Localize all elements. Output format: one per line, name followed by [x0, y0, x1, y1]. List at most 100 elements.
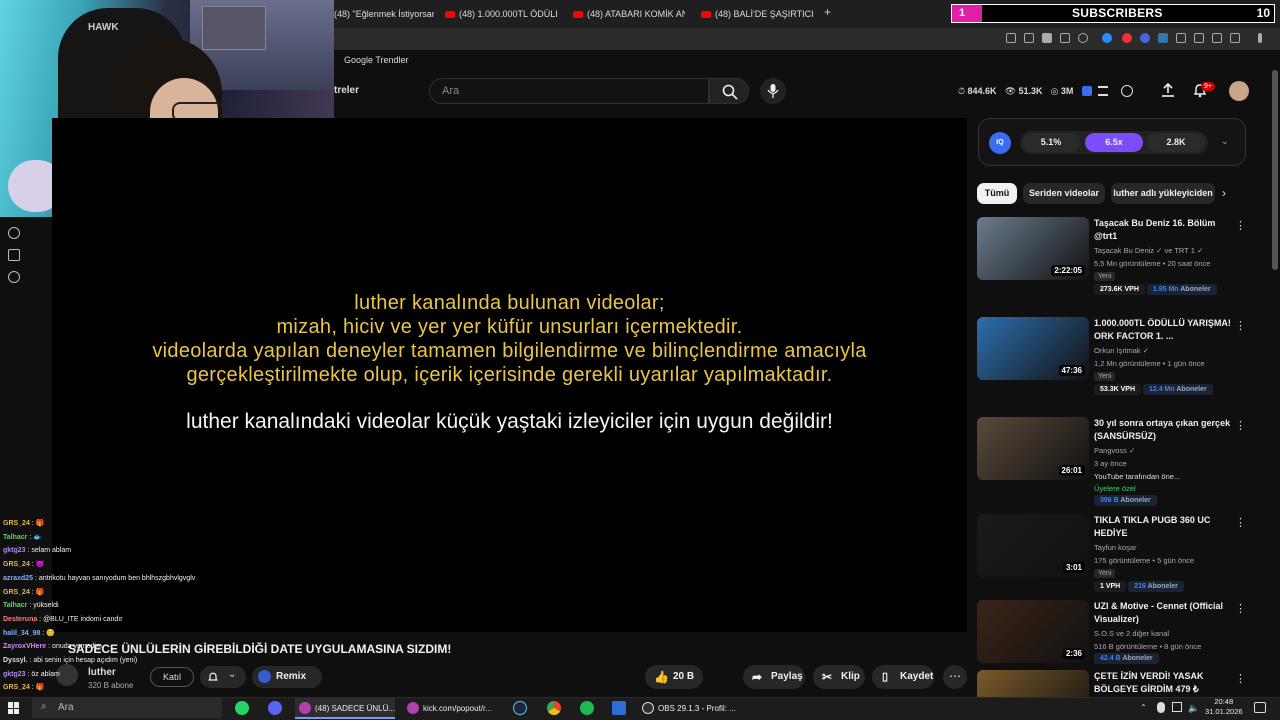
- browser-tab[interactable]: (48) ATABARI KOMİK ANI: [573, 6, 685, 22]
- taskbar-app-kick[interactable]: kick.com/popout/r...: [403, 698, 503, 719]
- chat-username[interactable]: gktg23: [3, 547, 26, 554]
- filters-label[interactable]: treler: [334, 85, 359, 96]
- chip-all[interactable]: Tümü: [977, 183, 1017, 204]
- volume-icon[interactable]: 🔈: [1188, 703, 1199, 714]
- chat-username[interactable]: halil_34_98: [3, 630, 40, 637]
- recommended-video[interactable]: 2:22:05 Taşacak Bu Deniz 16. Bölüm @trt1 T…: [977, 217, 1247, 307]
- video-channel[interactable]: Pangvoss ✓: [1094, 446, 1135, 455]
- chevron-right-icon[interactable]: ›: [1222, 186, 1226, 200]
- chat-username[interactable]: Talhacr: [3, 534, 27, 541]
- extension-icon[interactable]: [1024, 33, 1034, 43]
- save-button[interactable]: ▯ Kaydet: [872, 665, 934, 689]
- video-thumbnail[interactable]: 2:36: [977, 600, 1089, 663]
- video-thumbnail[interactable]: 3:01: [977, 514, 1089, 577]
- video-title[interactable]: UZI & Motive - Cennet (Official Visualiz…: [1094, 600, 1232, 626]
- video-channel[interactable]: S.O.S ve 2 diğer kanal: [1094, 629, 1169, 638]
- video-channel[interactable]: Orkun Işıtmak ✓: [1094, 346, 1149, 355]
- chat-username[interactable]: GRS_24: [3, 589, 30, 596]
- more-options-icon[interactable]: ⋮: [1235, 319, 1246, 332]
- video-thumbnail[interactable]: 26:01: [977, 417, 1089, 480]
- more-options-icon[interactable]: ⋮: [1235, 516, 1246, 529]
- new-tab-button[interactable]: +: [824, 5, 831, 19]
- spotify-icon[interactable]: [580, 701, 594, 715]
- bookmark-google-trends[interactable]: Google Trendler: [344, 55, 409, 65]
- video-thumbnail[interactable]: [977, 670, 1089, 697]
- recommended-video[interactable]: 26:01 30 yıl sonra ortaya çıkan gerçek (S…: [977, 417, 1247, 507]
- taskbar-app-obs[interactable]: OBS 29.1.3 - Profil: ...: [638, 698, 740, 719]
- discord-icon[interactable]: [268, 701, 282, 715]
- chat-username[interactable]: GRS_24: [3, 520, 30, 527]
- extension-icon[interactable]: [1082, 86, 1092, 96]
- clip-button[interactable]: ✂ Klip: [813, 665, 865, 689]
- gear-icon[interactable]: [8, 271, 20, 283]
- share-button[interactable]: ➦ Paylaş: [743, 665, 805, 689]
- notifications-icon[interactable]: [1254, 702, 1266, 713]
- more-options-icon[interactable]: ⋮: [1235, 419, 1246, 432]
- taskbar-search[interactable]: ⌕ Ara: [32, 698, 222, 718]
- chat-username[interactable]: Talhacr: [3, 602, 27, 609]
- chat-username[interactable]: GRS_24: [3, 561, 30, 568]
- windows-start-icon[interactable]: [8, 702, 20, 714]
- puzzle-icon[interactable]: [8, 249, 20, 261]
- vidiq-metric[interactable]: 2.8K: [1147, 133, 1205, 152]
- chat-username[interactable]: gktg23: [3, 671, 26, 678]
- history-icon[interactable]: [1194, 33, 1204, 43]
- shield-icon[interactable]: [1042, 33, 1052, 43]
- search-button[interactable]: [709, 78, 749, 104]
- list-icon[interactable]: [1098, 86, 1108, 96]
- chat-username[interactable]: azraxd25: [3, 575, 33, 582]
- chip-uploader[interactable]: luther adlı yükleyiciden: [1111, 183, 1215, 204]
- app-icon[interactable]: [612, 701, 626, 715]
- search-input[interactable]: Ara: [429, 78, 709, 104]
- extension-icon[interactable]: [1122, 33, 1132, 43]
- video-title[interactable]: ÇETE İZİN VERDİ! YASAK BÖLGEYE GİRDİM 47…: [1094, 670, 1232, 696]
- extension-icon[interactable]: [1140, 33, 1150, 43]
- video-channel[interactable]: Taşacak Bu Deniz ✓ ve TRT 1 ✓: [1094, 246, 1203, 255]
- broadcast-icon[interactable]: [1121, 85, 1133, 97]
- chat-username[interactable]: ZayroxVHere: [3, 643, 46, 650]
- whatsapp-icon[interactable]: [235, 701, 249, 715]
- play-icon[interactable]: [1060, 33, 1070, 43]
- video-channel[interactable]: Tayfun koşar: [1094, 543, 1137, 552]
- browser-tab[interactable]: (48) BALİ'DE ŞAŞIRTICI İL: [701, 6, 816, 22]
- taskbar-app-browser[interactable]: (48) SADECE ÜNLÜ...: [295, 698, 395, 719]
- ai-icon[interactable]: [1230, 33, 1240, 43]
- like-button[interactable]: 👍 20 B: [645, 665, 703, 689]
- chat-username[interactable]: Desteruna: [3, 616, 37, 623]
- voice-search-button[interactable]: [760, 78, 786, 104]
- bookmark-icon[interactable]: [1006, 33, 1016, 43]
- video-title[interactable]: 1.000.000TL ÖDÜLLÜ YARIŞMA! ORK FACTOR 1…: [1094, 317, 1232, 343]
- chip-series[interactable]: Seriden videolar: [1023, 183, 1105, 204]
- more-options-icon[interactable]: ⋮: [1235, 219, 1246, 232]
- video-title[interactable]: 30 yıl sonra ortaya çıkan gerçek (SANSÜR…: [1094, 417, 1232, 443]
- mic-tray-icon[interactable]: [1157, 702, 1165, 713]
- tray-chevron-icon[interactable]: ⌃: [1140, 703, 1147, 712]
- chevron-down-icon[interactable]: ⌄: [1221, 136, 1229, 147]
- heart-icon[interactable]: [1078, 33, 1088, 43]
- more-options-icon[interactable]: ⋮: [1235, 672, 1246, 685]
- chat-username[interactable]: Dyssyl.: [3, 657, 28, 664]
- translate-icon[interactable]: [1158, 33, 1168, 43]
- recommended-video[interactable]: 3:01 TIKLA TIKLA PUGB 360 UC HEDİYE Tayfun…: [977, 514, 1247, 604]
- extension-icon[interactable]: [1102, 33, 1112, 43]
- chrome-icon[interactable]: [547, 701, 561, 715]
- scrollbar[interactable]: [1272, 70, 1278, 270]
- download-icon[interactable]: [1212, 33, 1222, 43]
- browser-tab[interactable]: (48) "Eğlenmek İstiyorsan: [334, 6, 434, 22]
- video-thumbnail[interactable]: 2:22:05: [977, 217, 1089, 280]
- recommended-video[interactable]: 47:36 1.000.000TL ÖDÜLLÜ YARIŞMA! ORK FAC…: [977, 317, 1247, 407]
- video-title[interactable]: TIKLA TIKLA PUGB 360 UC HEDİYE: [1094, 514, 1232, 540]
- remix-button[interactable]: Remix: [252, 666, 322, 688]
- vidiq-metric[interactable]: 6.5x: [1085, 133, 1143, 152]
- browser-tab[interactable]: (48) 1.000.000TL ÖDÜLLÜ: [445, 6, 557, 22]
- steam-icon[interactable]: [513, 701, 527, 715]
- upload-icon[interactable]: [1160, 82, 1176, 98]
- vidiq-metric[interactable]: 5.1%: [1022, 133, 1080, 152]
- chat-username[interactable]: GRS_24: [3, 684, 30, 691]
- network-icon[interactable]: [1172, 702, 1182, 712]
- recommended-video[interactable]: ÇETE İZİN VERDİ! YASAK BÖLGEYE GİRDİM 47…: [977, 670, 1247, 697]
- more-actions-button[interactable]: ⋯: [943, 665, 967, 689]
- avatar[interactable]: [1229, 81, 1249, 101]
- video-thumbnail[interactable]: 47:36: [977, 317, 1089, 380]
- more-options-icon[interactable]: ⋮: [1235, 602, 1246, 615]
